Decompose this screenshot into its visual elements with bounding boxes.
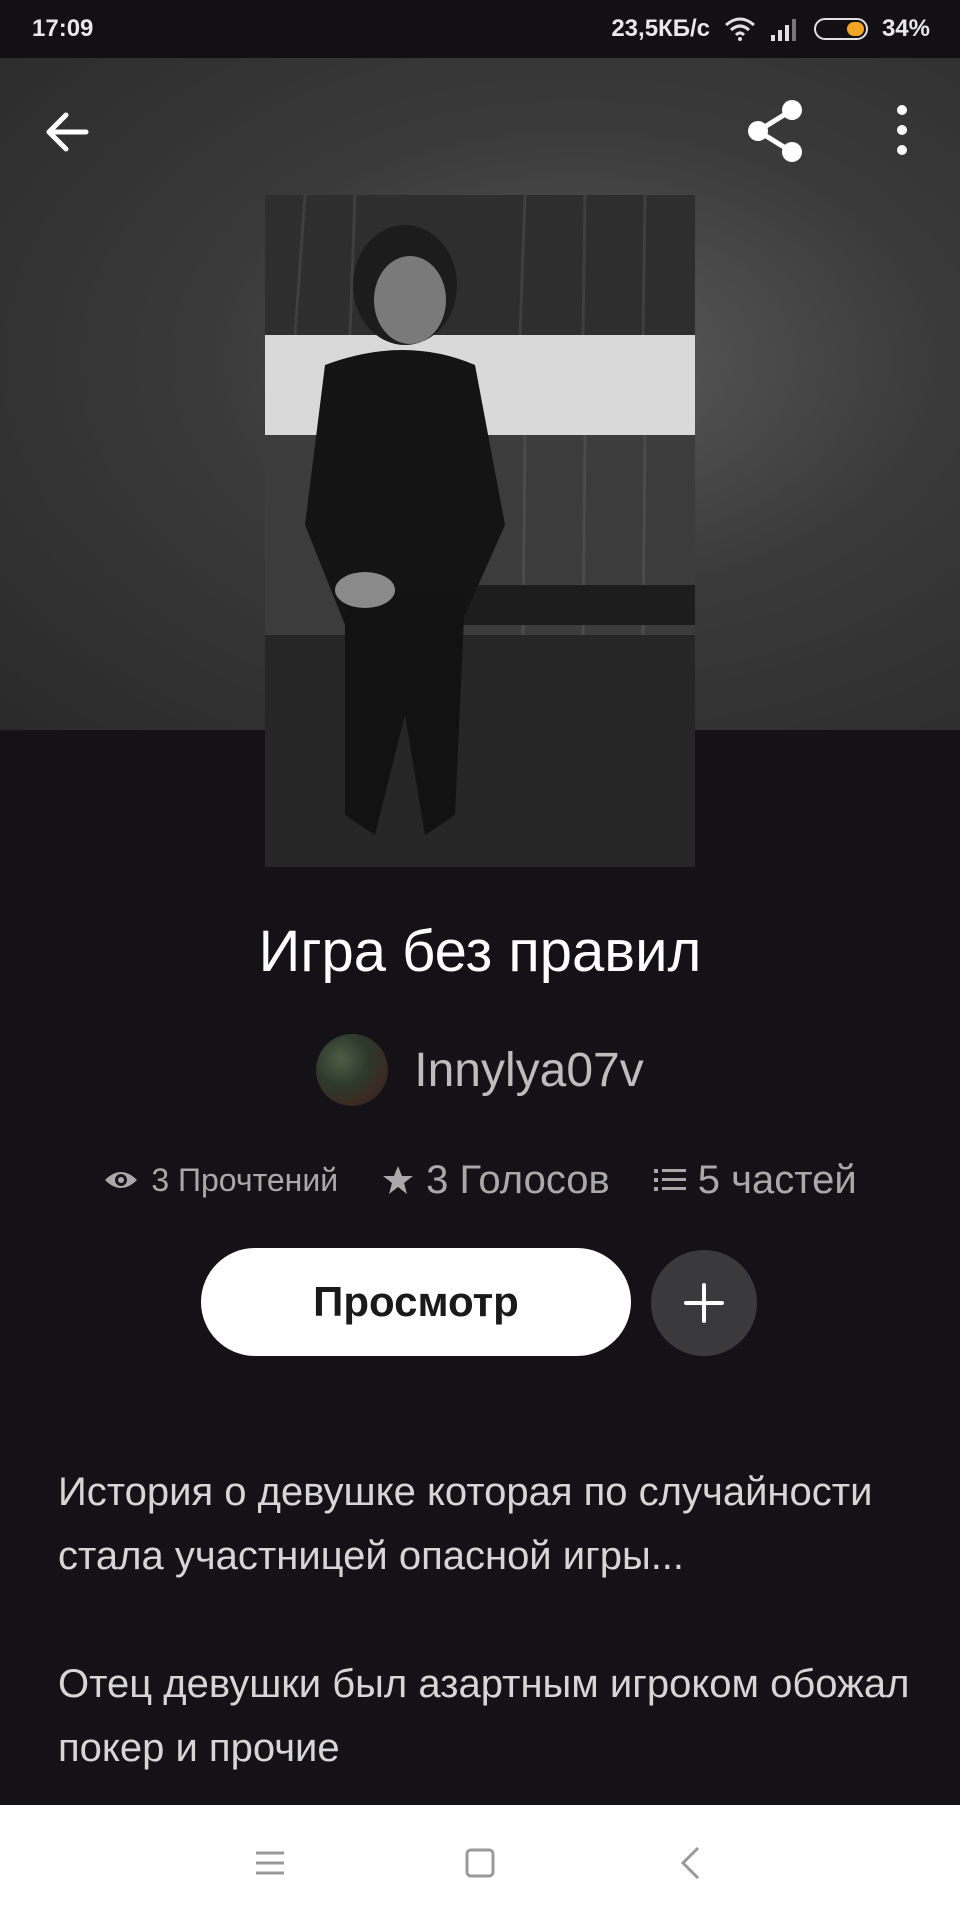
menu-icon — [256, 1851, 284, 1874]
story-actions: Просмотр — [0, 1248, 960, 1356]
square-icon — [465, 1848, 495, 1877]
add-to-library-button[interactable] — [651, 1250, 757, 1356]
stats-row: 3 Прочтений 3 Голосов 5 частей — [0, 1150, 960, 1210]
parts-stat: 5 частей — [653, 1157, 857, 1203]
reads-count: 3 Прочтений — [151, 1161, 339, 1198]
story-cover-image[interactable] — [265, 195, 695, 867]
wifi-icon — [724, 17, 755, 41]
plus-icon — [684, 1283, 724, 1323]
avatar[interactable] — [316, 1034, 389, 1106]
system-nav-bar — [0, 1805, 960, 1920]
battery-icon — [813, 18, 868, 40]
star-icon — [383, 1166, 414, 1194]
signal-icon — [770, 19, 796, 41]
status-icons: 23,5КБ/с 34% — [611, 15, 930, 43]
more-vertical-icon — [897, 105, 907, 155]
share-button[interactable] — [740, 96, 810, 166]
nav-back-button[interactable] — [660, 1833, 720, 1893]
battery-level — [846, 22, 864, 36]
cover-photo — [265, 195, 695, 867]
network-speed: 23,5КБ/с — [611, 15, 710, 42]
status-time: 17:09 — [32, 15, 94, 42]
votes-count: 3 Голосов — [426, 1157, 610, 1202]
share-icon — [748, 100, 802, 162]
more-options-button[interactable] — [880, 100, 924, 160]
top-toolbar — [0, 58, 960, 198]
votes-stat: 3 Голосов — [382, 1158, 610, 1203]
nav-home-button[interactable] — [450, 1833, 510, 1893]
battery-percent: 34% — [881, 15, 930, 42]
author-row[interactable]: Innylya07v — [0, 1030, 960, 1110]
list-icon — [653, 1169, 686, 1191]
parts-count: 5 частей — [697, 1157, 857, 1202]
chevron-left-icon — [680, 1846, 700, 1879]
status-bar: 17:09 23,5КБ/с 34% — [0, 0, 960, 58]
nav-menu-button[interactable] — [240, 1833, 300, 1893]
description-paragraph: История о девушке которая по случайности… — [58, 1470, 873, 1578]
description-paragraph: Отец девушки был азартным игроком обожал… — [58, 1662, 910, 1770]
story-title: Игра без правил — [258, 919, 702, 984]
story-description: История о девушке которая по случайности… — [58, 1460, 918, 1844]
author-name[interactable]: Innylya07v — [414, 1043, 643, 1098]
back-button[interactable] — [38, 102, 98, 162]
arrow-left-icon — [46, 112, 89, 152]
eye-icon — [105, 1172, 138, 1188]
read-button[interactable]: Просмотр — [201, 1248, 631, 1356]
reads-stat: 3 Прочтений — [103, 1162, 338, 1199]
